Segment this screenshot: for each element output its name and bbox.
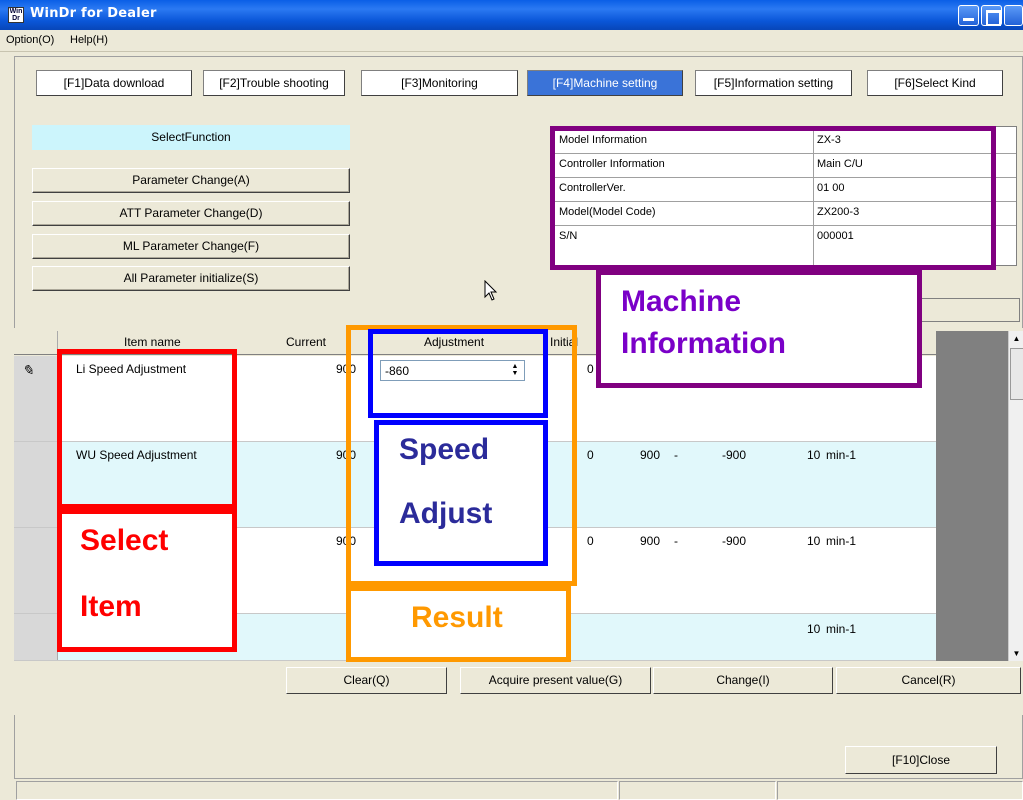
select-item-callout: Select Item bbox=[57, 509, 237, 652]
cancel-button[interactable]: Cancel(R) bbox=[836, 667, 1021, 694]
select-label: Select bbox=[80, 524, 169, 557]
max-value: 900 bbox=[640, 534, 661, 548]
initial-value: 0 bbox=[587, 362, 594, 376]
parameter-change-button[interactable]: Parameter Change(A) bbox=[32, 168, 350, 193]
tab-trouble-shooting[interactable]: [F2]Trouble shooting bbox=[203, 70, 345, 96]
status-segment bbox=[16, 781, 618, 800]
row-selector[interactable] bbox=[14, 614, 58, 660]
speed-label: Speed bbox=[399, 433, 490, 466]
item-label: Item bbox=[80, 590, 142, 623]
speed-adjust-highlight bbox=[368, 329, 548, 418]
tab-select-kind[interactable]: [F6]Select Kind bbox=[867, 70, 1003, 96]
header-corner bbox=[14, 331, 58, 355]
row-selector[interactable] bbox=[14, 528, 58, 613]
app-icon: Win Dr bbox=[8, 7, 24, 23]
scroll-thumb[interactable] bbox=[1010, 348, 1023, 400]
unit-value: min-1 bbox=[826, 622, 857, 636]
unit-value: min-1 bbox=[826, 448, 857, 462]
col-item-name: Item name bbox=[124, 335, 181, 349]
result-label: Result bbox=[411, 601, 503, 634]
change-button[interactable]: Change(I) bbox=[653, 667, 833, 694]
mouse-cursor-icon bbox=[484, 280, 498, 301]
scroll-down-icon[interactable]: ▼ bbox=[1009, 646, 1023, 661]
row-selector[interactable] bbox=[14, 442, 58, 527]
speed-adjust-callout: Speed Adjust bbox=[374, 420, 548, 566]
menu-option[interactable]: Option(O) bbox=[6, 34, 54, 46]
machine-info-label-1: Machine bbox=[621, 285, 742, 318]
min-value: -900 bbox=[722, 534, 747, 548]
step-value: 10 bbox=[807, 622, 821, 636]
tab-machine-setting[interactable]: [F4]Machine setting bbox=[527, 70, 683, 96]
close-button[interactable]: [F10]Close bbox=[845, 746, 997, 774]
menu-help[interactable]: Help(H) bbox=[70, 34, 108, 46]
machine-info-label-2: Information bbox=[621, 327, 786, 360]
select-item-highlight bbox=[57, 349, 237, 509]
status-segment bbox=[777, 781, 1023, 800]
initial-value: 0 bbox=[587, 534, 594, 548]
select-function-header: SelectFunction bbox=[32, 125, 350, 150]
step-value: 10 bbox=[807, 534, 821, 548]
scroll-up-icon[interactable]: ▲ bbox=[1009, 331, 1023, 346]
col-current: Current bbox=[286, 335, 327, 349]
initial-value: 0 bbox=[587, 448, 594, 462]
status-bar bbox=[14, 778, 1023, 800]
step-value: 10 bbox=[807, 448, 821, 462]
machine-info-highlight bbox=[550, 126, 996, 270]
minimize-icon bbox=[963, 10, 974, 21]
row-selector[interactable]: ✎ bbox=[14, 356, 58, 441]
adjust-label: Adjust bbox=[399, 497, 493, 530]
pencil-icon: ✎ bbox=[22, 362, 34, 378]
range-dash: - bbox=[674, 534, 678, 548]
maximize-button[interactable] bbox=[981, 5, 1002, 26]
max-value: 900 bbox=[640, 448, 661, 462]
tab-data-download[interactable]: [F1]Data download bbox=[36, 70, 192, 96]
range-dash: - bbox=[674, 448, 678, 462]
clear-button[interactable]: Clear(Q) bbox=[286, 667, 447, 694]
tab-monitoring[interactable]: [F3]Monitoring bbox=[361, 70, 518, 96]
maximize-icon bbox=[986, 10, 1001, 26]
machine-info-callout: Machine Information bbox=[596, 270, 922, 388]
menu-bar: Option(O) Help(H) bbox=[0, 30, 1023, 52]
att-parameter-change-button[interactable]: ATT Parameter Change(D) bbox=[32, 201, 350, 226]
status-segment bbox=[619, 781, 776, 800]
info-extra-box bbox=[910, 298, 1020, 322]
grid-empty-area bbox=[936, 331, 1008, 661]
result-callout: Result bbox=[346, 586, 571, 662]
vertical-scrollbar[interactable]: ▲ ▼ bbox=[1008, 331, 1023, 661]
ml-parameter-change-button[interactable]: ML Parameter Change(F) bbox=[32, 234, 350, 259]
title-bar[interactable]: Win Dr WinDr for Dealer bbox=[0, 0, 1023, 30]
window-title: WinDr for Dealer bbox=[30, 6, 157, 21]
all-parameter-initialize-button[interactable]: All Parameter initialize(S) bbox=[32, 266, 350, 291]
min-value: -900 bbox=[722, 448, 747, 462]
tab-information-setting[interactable]: [F5]Information setting bbox=[695, 70, 852, 96]
acquire-present-value-button[interactable]: Acquire present value(G) bbox=[460, 667, 651, 694]
unit-value: min-1 bbox=[826, 534, 857, 548]
minimize-button[interactable] bbox=[958, 5, 979, 26]
close-window-button[interactable] bbox=[1004, 5, 1023, 26]
